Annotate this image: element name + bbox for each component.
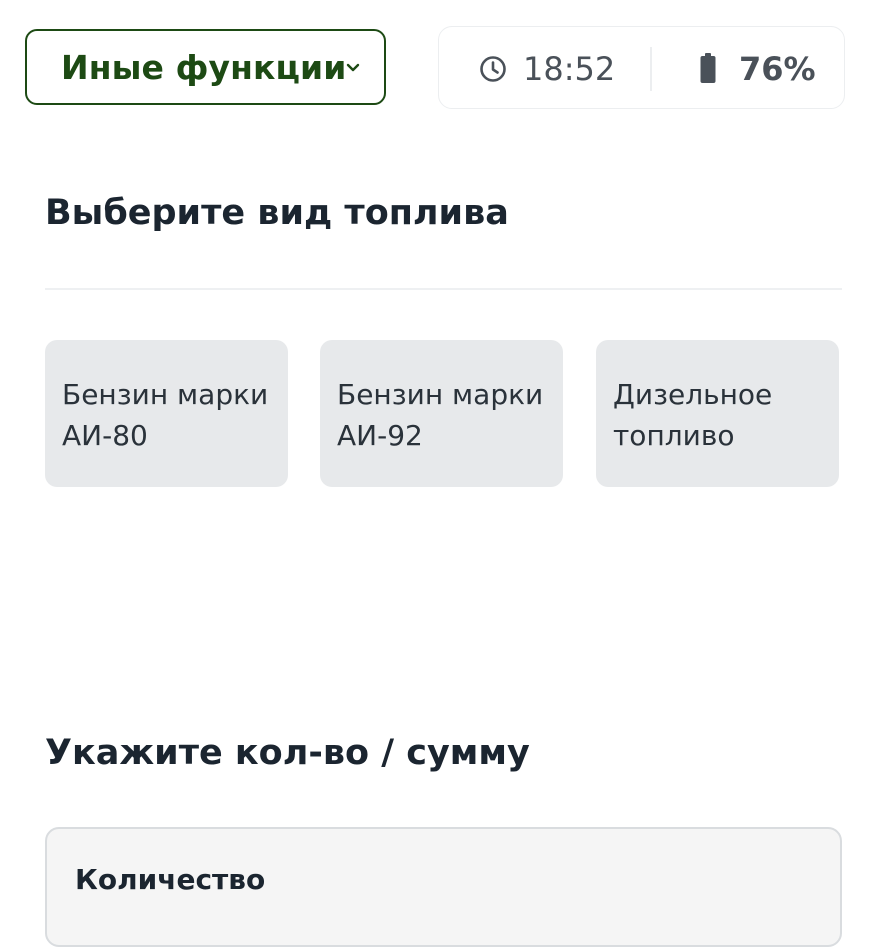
fuel-option-line1: Бензин марки [62,378,269,411]
section-divider [45,288,842,290]
other-functions-dropdown[interactable]: Иные функции [25,29,386,105]
fuel-option-line1: Дизельное [613,378,773,411]
status-divider [650,47,652,91]
quantity-field[interactable]: Количество [45,827,842,947]
fuel-option-diesel[interactable]: Дизельное топливо [596,340,839,487]
fuel-options: Бензин марки АИ-80 Бензин марки АИ-92 Ди… [45,340,845,487]
fuel-option-line2: АИ-80 [62,419,148,452]
other-functions-label: Иные функции [61,47,347,87]
quantity-label: Количество [75,863,266,896]
battery-level: 76% [739,50,816,88]
clock-time: 18:52 [523,50,616,88]
fuel-option-line2: АИ-92 [337,419,423,452]
status-panel: 18:52 76% [438,26,845,109]
fuel-option-line2: топливо [613,419,735,452]
chevron-down-icon [346,63,360,72]
battery-icon [700,53,716,83]
fuel-section-title: Выберите вид топлива [45,193,509,233]
fuel-option-ai92[interactable]: Бензин марки АИ-92 [320,340,563,487]
clock-icon [480,56,506,82]
fuel-option-line1: Бензин марки [337,378,544,411]
fuel-option-ai80[interactable]: Бензин марки АИ-80 [45,340,288,487]
quantity-section-title: Укажите кол-во / сумму [45,733,530,773]
